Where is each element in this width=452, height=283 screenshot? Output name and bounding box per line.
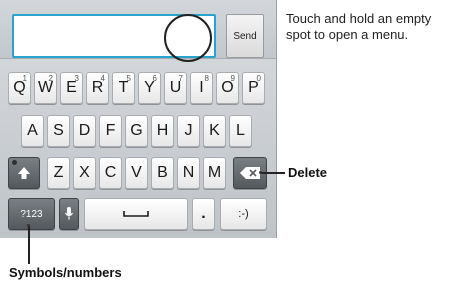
key-n[interactable]: N [177,157,200,189]
key-k[interactable]: K [203,115,226,147]
key-w[interactable]: W2 [34,72,57,104]
key-d[interactable]: D [73,115,96,147]
spacebar-icon [123,211,149,217]
key-r[interactable]: R4 [86,72,109,104]
key-u[interactable]: U7 [164,72,187,104]
menu-hint-callout: Touch and hold an empty spot to open a m… [286,11,432,42]
key-j[interactable]: J [177,115,200,147]
key-c[interactable]: C [99,157,122,189]
delete-leader-dot [259,171,262,174]
shift-arrow-icon [18,167,30,179]
key-m[interactable]: M [203,157,226,189]
shift-key[interactable] [8,157,40,189]
key-t[interactable]: T5 [112,72,135,104]
symbols-leader-line [28,226,30,264]
onscreen-keyboard: Send Q1 W2 E3 R4 T5 Y6 U7 I8 O9 P0 A S D… [0,0,277,238]
shift-lock-indicator [12,160,17,165]
key-o[interactable]: O9 [216,72,239,104]
symbols-key[interactable]: ?123 [8,198,55,230]
key-q[interactable]: Q1 [8,72,31,104]
key-h[interactable]: H [151,115,174,147]
delete-leader-line [261,172,285,174]
smiley-key[interactable]: :-) [220,198,267,230]
key-e[interactable]: E3 [60,72,83,104]
mic-key[interactable] [59,198,79,230]
key-g[interactable]: G [125,115,148,147]
key-f[interactable]: F [99,115,122,147]
microphone-icon [65,207,73,220]
period-key[interactable]: . [192,198,215,230]
backspace-icon [240,167,260,179]
key-y[interactable]: Y6 [138,72,161,104]
space-key[interactable] [84,198,188,230]
delete-callout: Delete [288,165,328,180]
key-z[interactable]: Z [47,157,70,189]
key-b[interactable]: B [151,157,174,189]
key-s[interactable]: S [47,115,70,147]
key-v[interactable]: V [125,157,148,189]
send-button[interactable]: Send [226,14,264,58]
key-p[interactable]: P0 [242,72,265,104]
symbols-leader-dot [27,224,30,227]
key-l[interactable]: L [229,115,252,147]
empty-spot-highlight [164,14,212,62]
key-a[interactable]: A [21,115,44,147]
key-x[interactable]: X [73,157,96,189]
key-i[interactable]: I8 [190,72,213,104]
symbols-callout: Symbols/numbers [9,265,122,280]
